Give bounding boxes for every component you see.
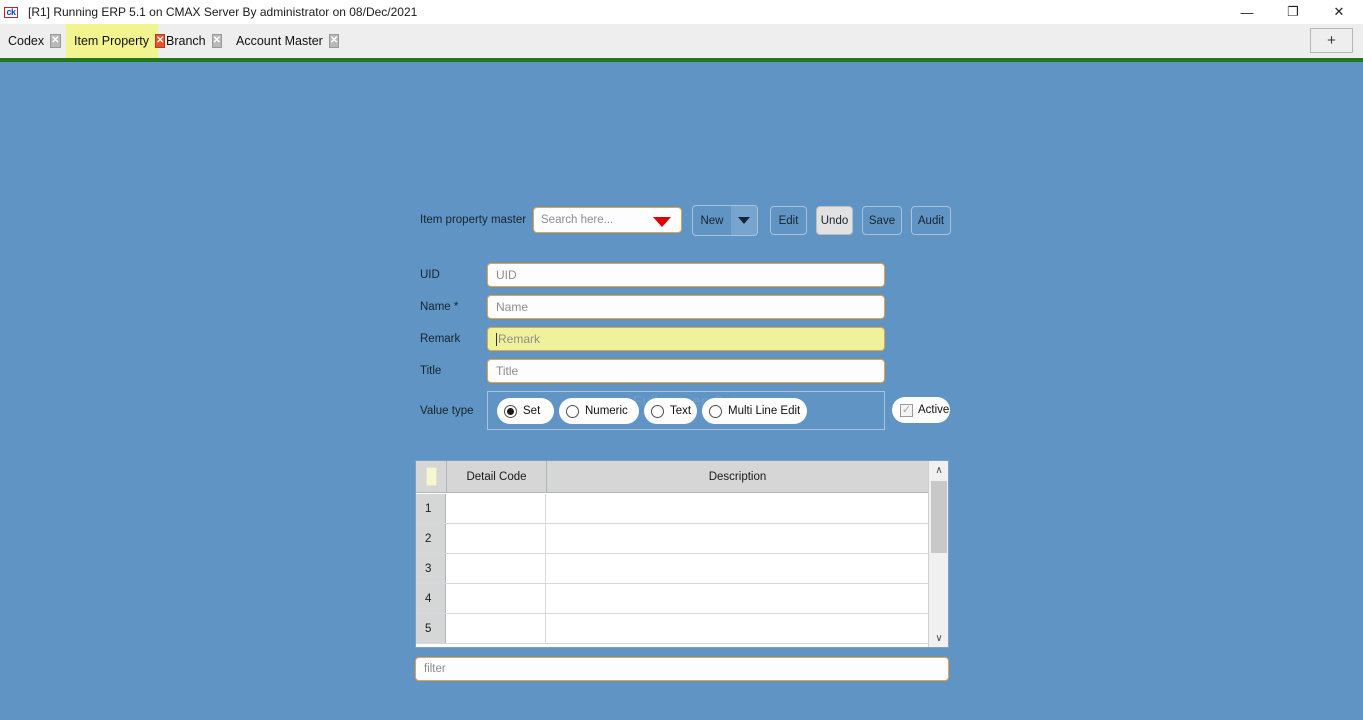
tab-codex[interactable]: Codex ✕ <box>0 24 66 58</box>
chevron-down-icon <box>738 217 750 224</box>
window-titlebar: ck [R1] Running ERP 5.1 on CMAX Server B… <box>0 0 1363 24</box>
close-icon[interactable]: ✕ <box>328 34 340 48</box>
grid-corner-cell[interactable] <box>416 461 446 492</box>
cell-detail-code[interactable] <box>446 554 546 583</box>
active-checkbox[interactable]: ✓ Active <box>892 397 950 423</box>
close-icon[interactable]: ✕ <box>50 34 61 48</box>
new-button-label: New <box>700 214 724 227</box>
detail-grid: Detail Code Description 1 2 3 4 5 ∧ ∨ <box>415 460 949 648</box>
value-type-label: Value type <box>420 405 474 417</box>
form-page: Full-screen Snip Item property master Se… <box>0 62 1363 720</box>
cell-detail-code[interactable] <box>446 614 546 643</box>
grid-header-row: Detail Code Description <box>416 461 929 493</box>
app-icon: ck <box>0 0 22 24</box>
name-input[interactable]: Name <box>487 295 885 319</box>
row-number: 2 <box>416 524 446 553</box>
row-number: 5 <box>416 614 446 643</box>
tab-account-master[interactable]: Account Master ✕ <box>228 24 340 58</box>
radio-set[interactable]: Set <box>497 398 554 424</box>
title-label: Title <box>420 365 442 377</box>
new-tab-button[interactable]: + <box>1310 28 1353 53</box>
tab-strip: Codex ✕ Item Property ✕ Branch ✕ Account… <box>0 24 1363 58</box>
scrollbar-thumb[interactable] <box>931 481 947 553</box>
filter-input[interactable]: filter <box>415 657 949 681</box>
radio-icon <box>566 404 579 418</box>
title-input[interactable]: Title <box>487 359 885 383</box>
tab-item-property-label: Item Property <box>74 34 150 48</box>
remark-placeholder: Remark <box>498 332 541 346</box>
active-checkbox-label: Active <box>918 404 950 416</box>
save-button[interactable]: Save <box>862 206 902 235</box>
radio-numeric[interactable]: Numeric <box>559 398 639 424</box>
edit-button[interactable]: Edit <box>770 206 807 235</box>
scroll-up-icon[interactable]: ∧ <box>929 461 948 479</box>
radio-multi-line-edit-label: Multi Line Edit <box>728 405 801 417</box>
cell-detail-code[interactable] <box>446 524 546 553</box>
uid-placeholder: UID <box>496 268 517 282</box>
radio-icon <box>709 404 722 418</box>
radio-set-label: Set <box>523 405 541 417</box>
radio-text-label: Text <box>670 405 692 417</box>
audit-button[interactable]: Audit <box>911 206 951 235</box>
column-header-detail-code[interactable]: Detail Code <box>446 461 546 492</box>
radio-numeric-label: Numeric <box>585 405 628 417</box>
name-placeholder: Name <box>496 300 529 314</box>
new-dropdown-toggle[interactable] <box>731 206 757 235</box>
remark-input[interactable]: Remark <box>487 327 885 351</box>
table-row[interactable]: 5 <box>416 614 929 644</box>
close-button[interactable]: ✕ <box>1316 0 1362 24</box>
cell-detail-code[interactable] <box>446 584 546 613</box>
table-row[interactable]: 4 <box>416 584 929 614</box>
minimize-button[interactable]: — <box>1224 0 1270 24</box>
title-placeholder: Title <box>496 364 519 378</box>
row-number: 3 <box>416 554 446 583</box>
text-cursor <box>496 332 497 346</box>
chevron-down-icon[interactable] <box>653 217 671 227</box>
radio-icon <box>651 404 664 418</box>
tab-branch-label: Branch <box>166 34 206 48</box>
search-combobox[interactable]: Search here... <box>533 207 682 233</box>
scroll-down-icon[interactable]: ∨ <box>929 629 948 647</box>
name-label: Name * <box>420 301 459 313</box>
plus-icon: + <box>1327 32 1336 49</box>
radio-text[interactable]: Text <box>644 398 697 424</box>
undo-button[interactable]: Undo <box>816 206 853 235</box>
tab-branch[interactable]: Branch ✕ <box>158 24 228 58</box>
table-row[interactable]: 3 <box>416 554 929 584</box>
cell-detail-code[interactable] <box>446 494 546 523</box>
row-number: 4 <box>416 584 446 613</box>
app-icon-glyph: ck <box>4 6 18 18</box>
radio-multi-line-edit[interactable]: Multi Line Edit <box>702 398 807 424</box>
cell-description[interactable] <box>546 584 929 613</box>
tab-codex-label: Codex <box>8 34 45 48</box>
window-title: [R1] Running ERP 5.1 on CMAX Server By a… <box>28 5 418 19</box>
uid-input[interactable]: UID <box>487 263 885 287</box>
tab-account-master-label: Account Master <box>236 34 323 48</box>
search-input[interactable]: Search here... <box>541 214 613 226</box>
table-row[interactable]: 2 <box>416 524 929 554</box>
filter-placeholder: filter <box>424 663 446 675</box>
item-property-master-label: Item property master <box>420 214 527 226</box>
tab-item-property[interactable]: Item Property ✕ <box>66 24 166 58</box>
close-icon[interactable]: ✕ <box>211 34 222 48</box>
maximize-restore-button[interactable]: ❐ <box>1270 0 1316 24</box>
checkbox-icon: ✓ <box>900 403 913 417</box>
cell-description[interactable] <box>546 614 929 643</box>
cell-description[interactable] <box>546 494 929 523</box>
column-header-description[interactable]: Description <box>546 461 928 492</box>
new-button[interactable]: New <box>692 205 758 236</box>
radio-icon <box>504 404 517 418</box>
row-number: 1 <box>416 494 446 523</box>
cell-description[interactable] <box>546 554 929 583</box>
value-type-group: Set Numeric Text Multi Line Edit <box>487 391 885 430</box>
remark-label: Remark <box>420 333 461 345</box>
grid-scrollbar[interactable]: ∧ ∨ <box>928 461 948 647</box>
corner-marker-icon <box>425 467 437 486</box>
uid-label: UID <box>420 269 440 281</box>
cell-description[interactable] <box>546 524 929 553</box>
table-row[interactable]: 1 <box>416 494 929 524</box>
